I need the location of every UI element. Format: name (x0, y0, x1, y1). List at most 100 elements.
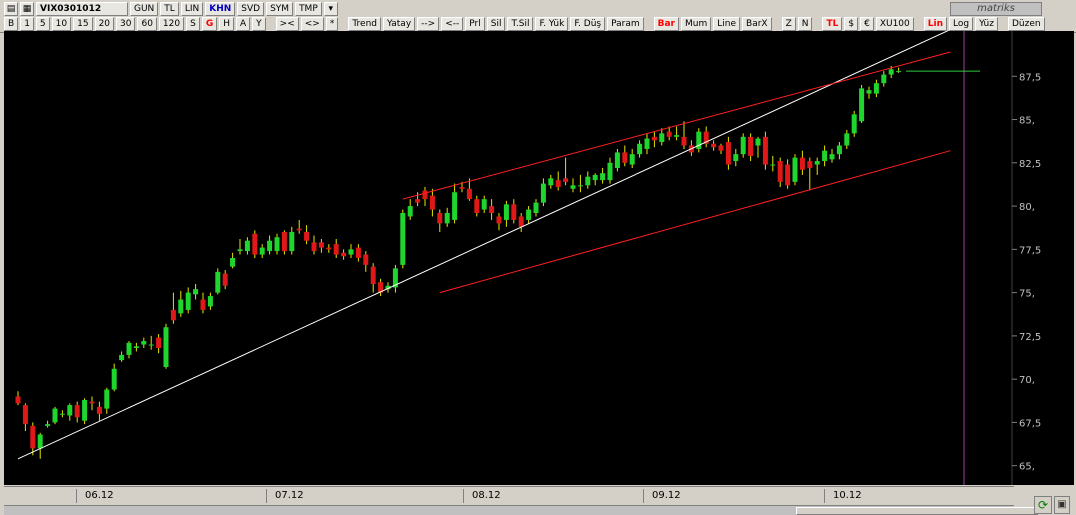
unit-tl-button[interactable]: TL (822, 17, 843, 31)
candle-up (873, 83, 879, 94)
candle-down (437, 213, 443, 224)
type-candle-button[interactable]: Mum (681, 17, 712, 31)
period-20-button[interactable]: 20 (94, 17, 115, 31)
period-30-button[interactable]: 30 (116, 17, 136, 31)
candle-down (666, 131, 672, 137)
type-barx-button[interactable]: BarX (742, 17, 772, 31)
delete-all-button[interactable]: T.Sil (507, 17, 534, 31)
arrow-left-button[interactable]: <-- (441, 17, 464, 31)
price-chart[interactable]: 65, 67,5 70, 72,5 75, 77,5 80, 82,5 85, 87,5 (4, 29, 1074, 485)
n-button[interactable]: N (797, 17, 813, 31)
period-15-button[interactable]: 15 (73, 17, 93, 31)
y-tick-label: 75, (1019, 289, 1035, 300)
candle-up (592, 174, 598, 181)
candle-up (126, 342, 132, 355)
candle-up (67, 405, 73, 416)
candle-up (888, 69, 894, 75)
candle-down (622, 152, 628, 163)
tmp-button[interactable]: TMP (295, 2, 322, 16)
candle-down (651, 136, 657, 141)
candle-down (711, 143, 717, 148)
period-b-button[interactable]: B (4, 17, 19, 31)
candle-down (518, 216, 524, 227)
candle-up (289, 232, 295, 252)
trend-tool-button[interactable]: Trend (348, 17, 381, 31)
period-60-button[interactable]: 60 (137, 17, 157, 31)
period-h-button[interactable]: H (219, 17, 234, 31)
candle-up (792, 157, 798, 182)
refresh-icon[interactable]: ⟳ (1034, 496, 1052, 514)
dropdown-icon[interactable]: ▾ (323, 2, 338, 16)
candle-down (326, 247, 332, 250)
lock-icon[interactable]: ▣ (1054, 496, 1070, 514)
candle-up (237, 249, 243, 252)
type-line-button[interactable]: Line (713, 17, 741, 31)
parallel-tool-button[interactable]: Prl (465, 17, 485, 31)
period-g-button[interactable]: G (201, 17, 218, 31)
arrow-right-button[interactable]: --> (417, 17, 440, 31)
horizontal-tool-button[interactable]: Yatay (383, 17, 416, 31)
chart-icon[interactable]: ▤ (4, 2, 18, 16)
period-1-button[interactable]: 1 (20, 17, 34, 31)
khn-button[interactable]: KHN (205, 2, 236, 16)
candle-up (540, 183, 546, 203)
candle-down (563, 178, 569, 182)
candle-up (659, 133, 665, 143)
candle-up (45, 424, 51, 426)
period-s-button[interactable]: S (186, 17, 200, 31)
currency-tl-button[interactable]: TL (160, 2, 179, 16)
unit-eur-button[interactable]: € (860, 17, 874, 31)
candle-down (474, 199, 480, 213)
candle-up (207, 296, 213, 307)
settings-icon[interactable]: ▦ (20, 2, 34, 16)
unit-usd-button[interactable]: $ (844, 17, 859, 31)
candle-up (570, 185, 576, 189)
candle-up (614, 152, 620, 168)
candle-down (89, 401, 95, 404)
candle-up (851, 114, 857, 134)
candle-down (156, 337, 162, 348)
matriks-logo: matriks (950, 2, 1042, 16)
fib-down-button[interactable]: F. Düş (570, 17, 606, 31)
candle-down (496, 216, 502, 224)
period-120-button[interactable]: 120 (158, 17, 185, 31)
scale-linear-button[interactable]: Lin (923, 17, 947, 31)
candle-up (503, 204, 509, 220)
zoom-in-button[interactable]: >< (275, 17, 299, 31)
candle-up (400, 213, 406, 265)
z-button[interactable]: Z (781, 17, 796, 31)
zoom-out-button[interactable]: <> (300, 17, 324, 31)
period-y-button[interactable]: Y (252, 17, 266, 31)
scale-lin-button[interactable]: LIN (180, 2, 204, 16)
star-button[interactable]: * (325, 17, 339, 31)
period-gun-button[interactable]: GUN (130, 2, 159, 16)
unit-xu100-button[interactable]: XU100 (875, 17, 914, 31)
sym-button[interactable]: SYM (266, 2, 294, 16)
candle-up (866, 90, 872, 94)
candle-down (363, 254, 369, 265)
scale-percent-button[interactable]: Yüz (975, 17, 998, 31)
edit-button[interactable]: Düzen (1007, 17, 1045, 31)
symbol-field[interactable]: VIX0301012 (36, 2, 128, 16)
period-5-button[interactable]: 5 (35, 17, 50, 31)
y-tick-label: 65, (1019, 462, 1035, 473)
candle-down (355, 247, 361, 258)
svd-button[interactable]: SVD (237, 2, 265, 16)
chart-area[interactable]: 65, 67,5 70, 72,5 75, 77,5 80, 82,5 85, 87,5 (4, 29, 1074, 485)
candle-down (15, 396, 21, 404)
type-bar-button[interactable]: Bar (653, 17, 679, 31)
fib-up-button[interactable]: F. Yük (535, 17, 569, 31)
period-a-button[interactable]: A (236, 17, 251, 31)
scale-log-button[interactable]: Log (949, 17, 974, 31)
param-button[interactable]: Param (607, 17, 644, 31)
delete-button[interactable]: Sil (486, 17, 506, 31)
candle-down (222, 273, 228, 286)
period-10-button[interactable]: 10 (51, 17, 72, 31)
candle-down (170, 309, 176, 321)
candle-up (82, 399, 88, 421)
y-tick-label: 85, (1019, 116, 1035, 127)
candle-down (200, 299, 206, 310)
